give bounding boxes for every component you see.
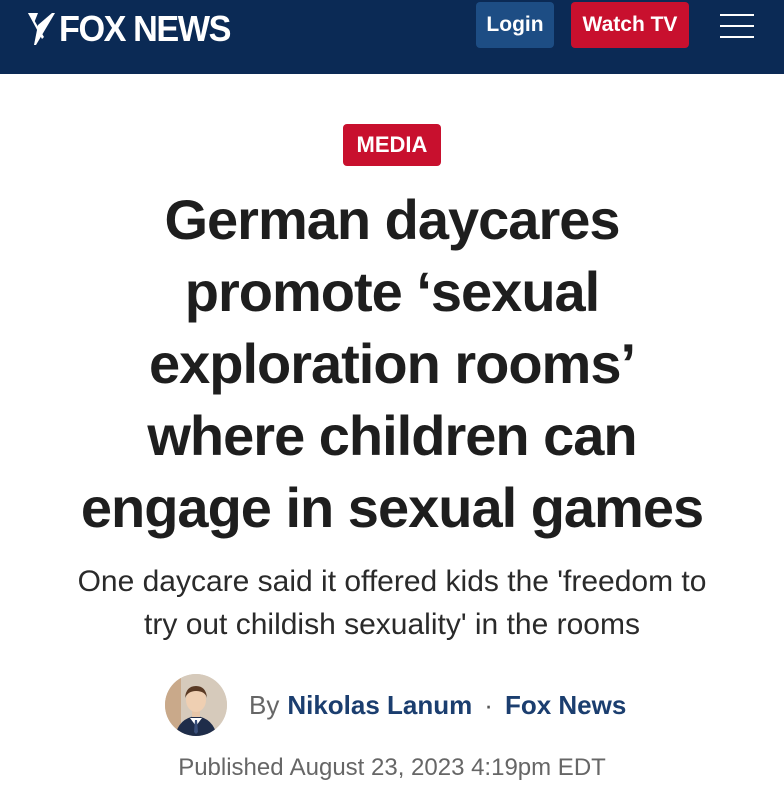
- menu-line: [720, 25, 754, 27]
- byline-by-label: By: [249, 689, 280, 720]
- published-date: Published August 23, 2023 4:19pm EDT: [0, 754, 784, 782]
- published-label: Published: [178, 754, 284, 781]
- byline-separator: ·: [484, 689, 493, 720]
- author-link[interactable]: Nikolas Lanum: [287, 690, 472, 721]
- person-avatar-icon: [165, 674, 227, 736]
- subheadline-line: try out childish sexuality' in the rooms: [144, 608, 640, 641]
- headline-line: where children can: [147, 404, 637, 467]
- menu-line: [720, 14, 754, 16]
- headline-line: German daycares: [164, 188, 620, 251]
- menu-line: [720, 36, 754, 38]
- article-headline: German daycares promote ‘sexual explorat…: [40, 184, 744, 544]
- fox-logo-mark-icon: [28, 13, 55, 45]
- subheadline-line: One daycare said it offered kids the 'fr…: [77, 565, 707, 598]
- published-timestamp: August 23, 2023 4:19pm EDT: [289, 754, 606, 781]
- site-header: FOX NEWS Login Watch TV: [0, 0, 784, 74]
- headline-line: engage in sexual games: [80, 476, 704, 539]
- byline: By Nikolas Lanum · Fox News: [165, 674, 626, 736]
- login-button[interactable]: Login: [476, 2, 554, 48]
- category-badge[interactable]: MEDIA: [343, 124, 441, 166]
- article-subheadline: One daycare said it offered kids the 'fr…: [30, 560, 754, 646]
- outlet-link[interactable]: Fox News: [505, 690, 626, 721]
- author-avatar[interactable]: [165, 674, 227, 736]
- watch-tv-button[interactable]: Watch TV: [571, 2, 689, 48]
- headline-line: promote ‘sexual: [184, 260, 600, 323]
- headline-line: exploration rooms’: [148, 332, 636, 395]
- fox-news-logo[interactable]: FOX NEWS: [24, 4, 239, 54]
- hamburger-menu-icon[interactable]: [720, 14, 754, 38]
- brand-name: FOX NEWS: [59, 8, 231, 49]
